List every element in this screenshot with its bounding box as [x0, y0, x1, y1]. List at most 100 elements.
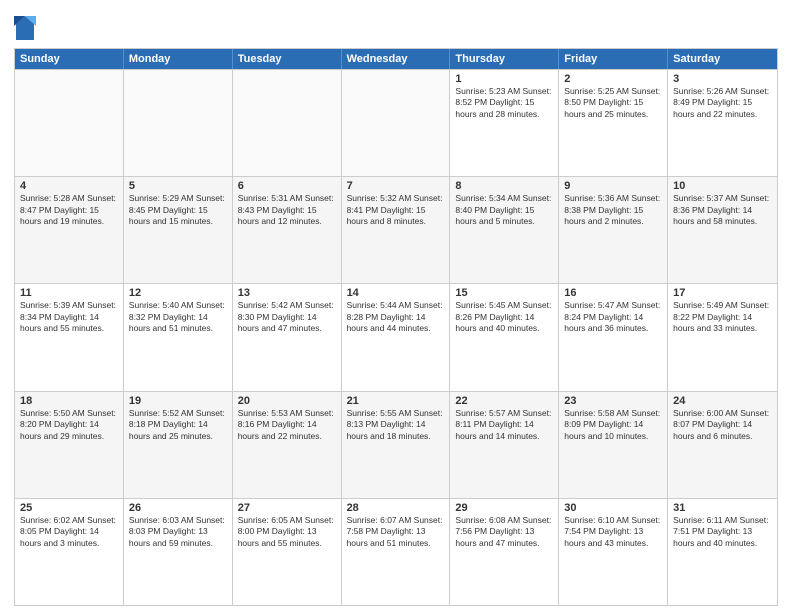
day-number: 23: [564, 395, 662, 407]
day-number: 1: [455, 73, 553, 85]
day-number: 19: [129, 395, 227, 407]
day-number: 21: [347, 395, 445, 407]
day-number: 14: [347, 287, 445, 299]
calendar-row: 18Sunrise: 5:50 AM Sunset: 8:20 PM Dayli…: [15, 391, 777, 498]
cell-text: Sunrise: 5:44 AM Sunset: 8:28 PM Dayligh…: [347, 300, 445, 334]
calendar-cell: 17Sunrise: 5:49 AM Sunset: 8:22 PM Dayli…: [668, 284, 777, 390]
calendar-header-cell: Tuesday: [233, 49, 342, 69]
day-number: 16: [564, 287, 662, 299]
calendar-cell: 24Sunrise: 6:00 AM Sunset: 8:07 PM Dayli…: [668, 392, 777, 498]
cell-text: Sunrise: 5:26 AM Sunset: 8:49 PM Dayligh…: [673, 86, 772, 120]
cell-text: Sunrise: 6:02 AM Sunset: 8:05 PM Dayligh…: [20, 515, 118, 549]
day-number: 25: [20, 502, 118, 514]
calendar-cell: 16Sunrise: 5:47 AM Sunset: 8:24 PM Dayli…: [559, 284, 668, 390]
cell-text: Sunrise: 5:53 AM Sunset: 8:16 PM Dayligh…: [238, 408, 336, 442]
calendar-cell: 2Sunrise: 5:25 AM Sunset: 8:50 PM Daylig…: [559, 70, 668, 176]
calendar-cell: 25Sunrise: 6:02 AM Sunset: 8:05 PM Dayli…: [15, 499, 124, 605]
calendar-row: 4Sunrise: 5:28 AM Sunset: 8:47 PM Daylig…: [15, 176, 777, 283]
calendar-cell: 14Sunrise: 5:44 AM Sunset: 8:28 PM Dayli…: [342, 284, 451, 390]
day-number: 3: [673, 73, 772, 85]
calendar-cell: [233, 70, 342, 176]
calendar-header-cell: Monday: [124, 49, 233, 69]
calendar-header-cell: Sunday: [15, 49, 124, 69]
calendar-cell: 30Sunrise: 6:10 AM Sunset: 7:54 PM Dayli…: [559, 499, 668, 605]
day-number: 4: [20, 180, 118, 192]
day-number: 12: [129, 287, 227, 299]
calendar-row: 25Sunrise: 6:02 AM Sunset: 8:05 PM Dayli…: [15, 498, 777, 605]
page: SundayMondayTuesdayWednesdayThursdayFrid…: [0, 0, 792, 612]
calendar-cell: 22Sunrise: 5:57 AM Sunset: 8:11 PM Dayli…: [450, 392, 559, 498]
calendar-cell: [342, 70, 451, 176]
calendar-cell: 5Sunrise: 5:29 AM Sunset: 8:45 PM Daylig…: [124, 177, 233, 283]
calendar-cell: 12Sunrise: 5:40 AM Sunset: 8:32 PM Dayli…: [124, 284, 233, 390]
calendar-body: 1Sunrise: 5:23 AM Sunset: 8:52 PM Daylig…: [15, 69, 777, 605]
day-number: 9: [564, 180, 662, 192]
cell-text: Sunrise: 5:28 AM Sunset: 8:47 PM Dayligh…: [20, 193, 118, 227]
cell-text: Sunrise: 6:11 AM Sunset: 7:51 PM Dayligh…: [673, 515, 772, 549]
calendar-cell: 9Sunrise: 5:36 AM Sunset: 8:38 PM Daylig…: [559, 177, 668, 283]
calendar-row: 1Sunrise: 5:23 AM Sunset: 8:52 PM Daylig…: [15, 69, 777, 176]
calendar-header-cell: Saturday: [668, 49, 777, 69]
calendar-cell: 3Sunrise: 5:26 AM Sunset: 8:49 PM Daylig…: [668, 70, 777, 176]
day-number: 28: [347, 502, 445, 514]
cell-text: Sunrise: 5:52 AM Sunset: 8:18 PM Dayligh…: [129, 408, 227, 442]
calendar-cell: 18Sunrise: 5:50 AM Sunset: 8:20 PM Dayli…: [15, 392, 124, 498]
cell-text: Sunrise: 5:36 AM Sunset: 8:38 PM Dayligh…: [564, 193, 662, 227]
day-number: 5: [129, 180, 227, 192]
calendar-cell: 7Sunrise: 5:32 AM Sunset: 8:41 PM Daylig…: [342, 177, 451, 283]
cell-text: Sunrise: 5:57 AM Sunset: 8:11 PM Dayligh…: [455, 408, 553, 442]
header: [14, 10, 778, 42]
cell-text: Sunrise: 6:08 AM Sunset: 7:56 PM Dayligh…: [455, 515, 553, 549]
day-number: 29: [455, 502, 553, 514]
calendar-cell: 26Sunrise: 6:03 AM Sunset: 8:03 PM Dayli…: [124, 499, 233, 605]
day-number: 15: [455, 287, 553, 299]
day-number: 20: [238, 395, 336, 407]
cell-text: Sunrise: 5:37 AM Sunset: 8:36 PM Dayligh…: [673, 193, 772, 227]
cell-text: Sunrise: 5:32 AM Sunset: 8:41 PM Dayligh…: [347, 193, 445, 227]
cell-text: Sunrise: 5:55 AM Sunset: 8:13 PM Dayligh…: [347, 408, 445, 442]
calendar-cell: 10Sunrise: 5:37 AM Sunset: 8:36 PM Dayli…: [668, 177, 777, 283]
day-number: 6: [238, 180, 336, 192]
calendar-cell: 21Sunrise: 5:55 AM Sunset: 8:13 PM Dayli…: [342, 392, 451, 498]
day-number: 13: [238, 287, 336, 299]
calendar-cell: 28Sunrise: 6:07 AM Sunset: 7:58 PM Dayli…: [342, 499, 451, 605]
day-number: 22: [455, 395, 553, 407]
day-number: 10: [673, 180, 772, 192]
day-number: 30: [564, 502, 662, 514]
day-number: 18: [20, 395, 118, 407]
calendar-cell: 31Sunrise: 6:11 AM Sunset: 7:51 PM Dayli…: [668, 499, 777, 605]
cell-text: Sunrise: 6:00 AM Sunset: 8:07 PM Dayligh…: [673, 408, 772, 442]
day-number: 26: [129, 502, 227, 514]
logo: [14, 14, 40, 42]
calendar-header-cell: Friday: [559, 49, 668, 69]
cell-text: Sunrise: 5:34 AM Sunset: 8:40 PM Dayligh…: [455, 193, 553, 227]
day-number: 31: [673, 502, 772, 514]
cell-text: Sunrise: 5:23 AM Sunset: 8:52 PM Dayligh…: [455, 86, 553, 120]
cell-text: Sunrise: 5:58 AM Sunset: 8:09 PM Dayligh…: [564, 408, 662, 442]
calendar-cell: 27Sunrise: 6:05 AM Sunset: 8:00 PM Dayli…: [233, 499, 342, 605]
day-number: 24: [673, 395, 772, 407]
logo-icon: [14, 14, 36, 42]
calendar-cell: 4Sunrise: 5:28 AM Sunset: 8:47 PM Daylig…: [15, 177, 124, 283]
cell-text: Sunrise: 6:10 AM Sunset: 7:54 PM Dayligh…: [564, 515, 662, 549]
cell-text: Sunrise: 5:45 AM Sunset: 8:26 PM Dayligh…: [455, 300, 553, 334]
calendar-header: SundayMondayTuesdayWednesdayThursdayFrid…: [15, 49, 777, 69]
cell-text: Sunrise: 5:31 AM Sunset: 8:43 PM Dayligh…: [238, 193, 336, 227]
calendar-cell: 6Sunrise: 5:31 AM Sunset: 8:43 PM Daylig…: [233, 177, 342, 283]
day-number: 7: [347, 180, 445, 192]
calendar-header-cell: Wednesday: [342, 49, 451, 69]
day-number: 27: [238, 502, 336, 514]
cell-text: Sunrise: 6:05 AM Sunset: 8:00 PM Dayligh…: [238, 515, 336, 549]
cell-text: Sunrise: 6:03 AM Sunset: 8:03 PM Dayligh…: [129, 515, 227, 549]
cell-text: Sunrise: 5:49 AM Sunset: 8:22 PM Dayligh…: [673, 300, 772, 334]
calendar-cell: [124, 70, 233, 176]
calendar-row: 11Sunrise: 5:39 AM Sunset: 8:34 PM Dayli…: [15, 283, 777, 390]
day-number: 8: [455, 180, 553, 192]
cell-text: Sunrise: 5:50 AM Sunset: 8:20 PM Dayligh…: [20, 408, 118, 442]
calendar-cell: 15Sunrise: 5:45 AM Sunset: 8:26 PM Dayli…: [450, 284, 559, 390]
cell-text: Sunrise: 5:25 AM Sunset: 8:50 PM Dayligh…: [564, 86, 662, 120]
cell-text: Sunrise: 5:42 AM Sunset: 8:30 PM Dayligh…: [238, 300, 336, 334]
cell-text: Sunrise: 5:29 AM Sunset: 8:45 PM Dayligh…: [129, 193, 227, 227]
calendar-cell: 13Sunrise: 5:42 AM Sunset: 8:30 PM Dayli…: [233, 284, 342, 390]
calendar-cell: 1Sunrise: 5:23 AM Sunset: 8:52 PM Daylig…: [450, 70, 559, 176]
